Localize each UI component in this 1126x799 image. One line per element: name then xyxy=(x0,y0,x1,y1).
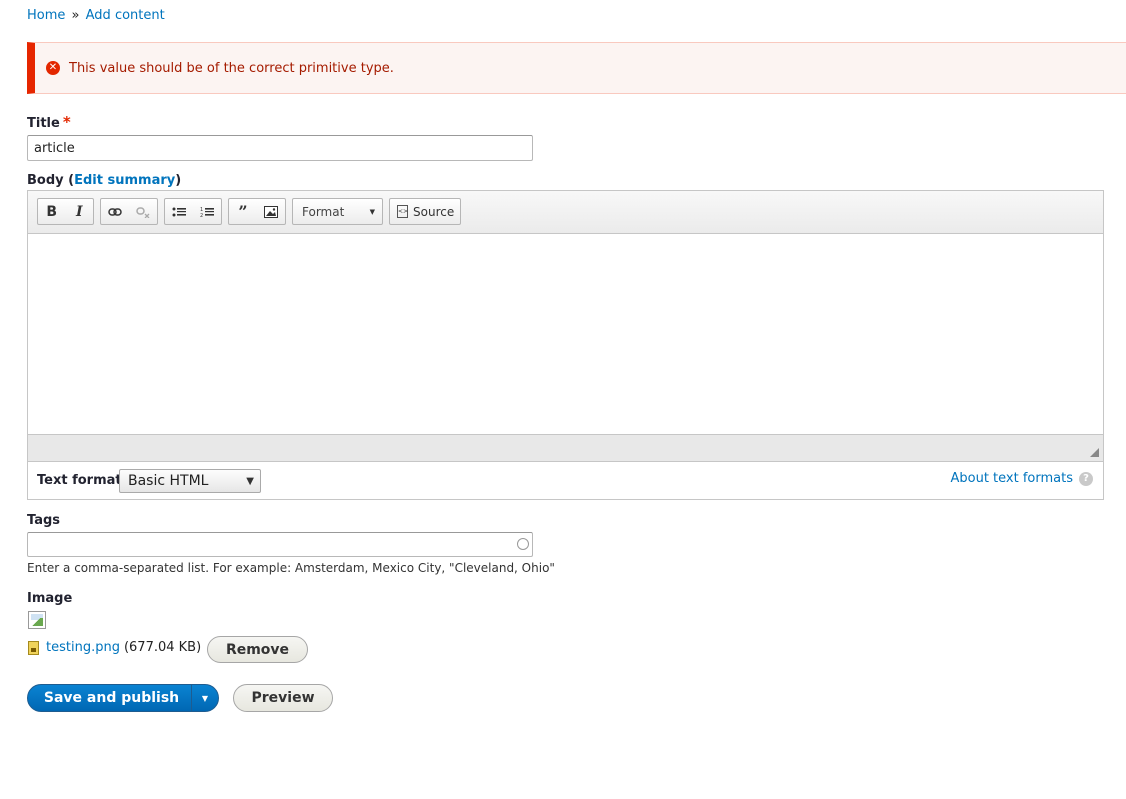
body-label-text: Body xyxy=(27,173,64,188)
bulleted-list-icon xyxy=(172,207,186,216)
svg-text:2: 2 xyxy=(200,213,203,218)
text-format-label: Text format xyxy=(37,473,122,488)
italic-button[interactable]: I xyxy=(66,199,94,224)
body-editor: B I 12 ” Format ▼ <> Source xyxy=(27,190,1104,462)
unlink-icon xyxy=(136,206,150,218)
source-icon: <> xyxy=(397,205,408,218)
file-link[interactable]: testing.png xyxy=(46,640,120,655)
title-input[interactable] xyxy=(27,135,533,161)
resize-grip-icon[interactable] xyxy=(1090,448,1099,457)
image-label: Image xyxy=(27,591,73,606)
toolbar-group-basic: B I xyxy=(37,198,94,225)
help-icon[interactable]: ? xyxy=(1079,471,1093,486)
required-mark: * xyxy=(62,113,71,131)
chevron-down-icon[interactable]: ▼ xyxy=(191,685,218,711)
numbered-list-button[interactable]: 12 xyxy=(193,199,221,224)
title-label: Title * xyxy=(27,113,71,134)
preview-button[interactable]: Preview xyxy=(233,684,333,712)
tags-label: Tags xyxy=(27,513,61,528)
body-label: Body (Edit summary) xyxy=(27,173,181,188)
chevron-down-icon: ▼ xyxy=(246,475,254,487)
save-and-publish-dropbutton: Save and publish ▼ xyxy=(27,684,219,712)
file-icon xyxy=(28,640,39,655)
error-message: ✕ This value should be of the correct pr… xyxy=(27,42,1126,94)
tags-description: Enter a comma-separated list. For exampl… xyxy=(27,561,555,575)
body-edit-area[interactable] xyxy=(28,234,1103,434)
image-button[interactable] xyxy=(257,199,285,224)
format-dropdown[interactable]: Format ▼ xyxy=(292,198,383,225)
numbered-list-icon: 12 xyxy=(200,207,214,218)
source-button[interactable]: <> Source xyxy=(389,198,461,225)
file-row: testing.png (677.04 KB) xyxy=(28,640,201,655)
chevron-down-icon: ▼ xyxy=(369,207,375,216)
toolbar-group-media: ” xyxy=(228,198,286,225)
link-icon xyxy=(108,207,122,216)
source-button-label: Source xyxy=(413,204,455,219)
body-paren-close: ) xyxy=(175,173,182,188)
breadcrumb-home-link[interactable]: Home xyxy=(27,8,65,23)
toolbar-group-lists: 12 xyxy=(164,198,222,225)
bold-button[interactable]: B xyxy=(38,199,66,224)
autocomplete-icon xyxy=(517,538,529,550)
text-format-value: Basic HTML xyxy=(128,473,209,489)
remove-button[interactable]: Remove xyxy=(207,636,308,663)
toolbar-group-links xyxy=(100,198,158,225)
image-icon xyxy=(264,205,278,218)
error-message-text: This value should be of the correct prim… xyxy=(69,60,394,76)
unlink-button[interactable] xyxy=(129,199,157,224)
breadcrumb-add-content-link[interactable]: Add content xyxy=(86,8,165,23)
edit-summary-link[interactable]: Edit summary xyxy=(74,173,175,188)
text-format-select[interactable]: Basic HTML ▼ xyxy=(119,469,261,493)
breadcrumb: Home » Add content xyxy=(27,8,165,23)
editor-toolbar: B I 12 ” Format ▼ <> Source xyxy=(28,191,1103,234)
save-and-publish-button[interactable]: Save and publish xyxy=(28,690,191,706)
breadcrumb-separator: » xyxy=(71,8,80,23)
about-text-formats-link[interactable]: About text formats xyxy=(950,471,1073,486)
editor-status-bar xyxy=(28,434,1103,461)
about-text-formats: About text formats ? xyxy=(950,471,1093,486)
format-dropdown-label: Format xyxy=(302,204,345,219)
image-thumbnail xyxy=(28,611,46,629)
bulleted-list-button[interactable] xyxy=(165,199,193,224)
quote-icon: ” xyxy=(238,202,248,221)
file-size: (677.04 KB) xyxy=(123,640,202,655)
error-circle-icon: ✕ xyxy=(46,61,60,75)
text-format-wrapper: Text format Basic HTML ▼ About text form… xyxy=(27,462,1104,500)
blockquote-button[interactable]: ” xyxy=(229,199,257,224)
link-button[interactable] xyxy=(101,199,129,224)
title-label-text: Title xyxy=(27,116,60,131)
tags-input[interactable] xyxy=(27,532,533,557)
broken-image-graphic xyxy=(31,618,43,626)
